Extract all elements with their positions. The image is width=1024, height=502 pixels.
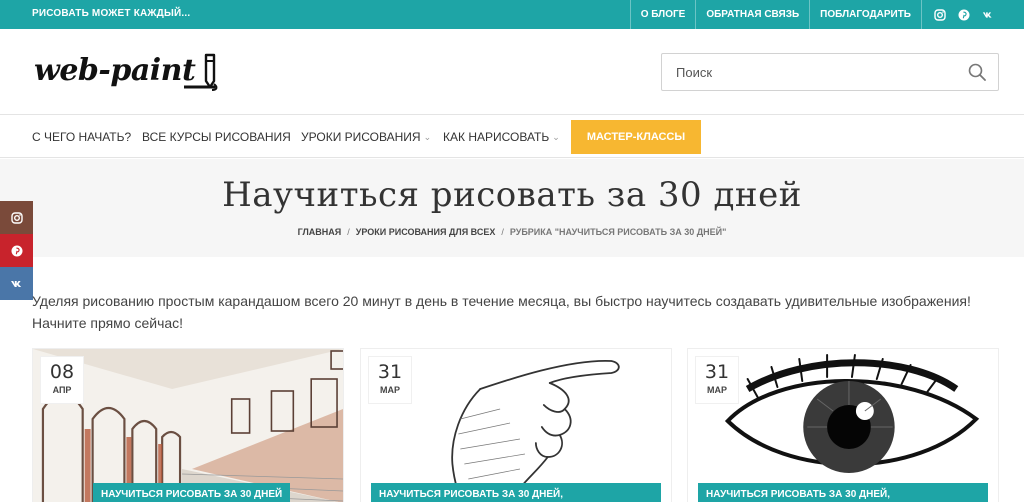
search-icon[interactable] — [968, 63, 986, 81]
instagram-icon — [10, 211, 23, 224]
post-date-month: МАР — [707, 385, 727, 395]
post-card[interactable]: 31 МАР НАУЧИТЬСЯ РИСОВАТЬ ЗА 30 ДНЕЙ, — [687, 348, 999, 502]
post-date: 31 МАР — [696, 357, 738, 403]
side-vk-button[interactable] — [0, 267, 33, 300]
nav-item-label: УРОКИ РИСОВАНИЯ — [301, 130, 421, 144]
main-nav: С ЧЕГО НАЧАТЬ? ВСЕ КУРСЫ РИСОВАНИЯ УРОКИ… — [0, 116, 1024, 158]
nav-item-label: ВСЕ КУРСЫ РИСОВАНИЯ — [142, 130, 291, 144]
intro-text: Уделяя рисованию простым карандашом всег… — [32, 293, 971, 331]
site-header: web-paint — [0, 29, 1024, 115]
post-category-badge[interactable]: НАУЧИТЬСЯ РИСОВАТЬ ЗА 30 ДНЕЙ, — [698, 483, 988, 502]
post-date-day: 08 — [49, 361, 75, 383]
page-hero: Научиться рисовать за 30 дней ГЛАВНАЯ / УР… — [0, 159, 1024, 257]
chevron-down-icon: ⌄ — [552, 131, 560, 142]
site-logo[interactable]: web-paint — [34, 49, 224, 95]
side-instagram-button[interactable] — [0, 201, 33, 234]
top-links: О БЛОГЕ ОБРАТНАЯ СВЯЗЬ ПОБЛАГОДАРИТЬ — [629, 0, 1024, 29]
post-card[interactable]: 31 МАР НАУЧИТЬСЯ РИСОВАТЬ ЗА 30 ДНЕЙ, — [360, 348, 672, 502]
top-link-thanks[interactable]: ПОБЛАГОДАРИТЬ — [809, 0, 921, 29]
post-date: 31 МАР — [369, 357, 411, 403]
post-category-badge[interactable]: НАУЧИТЬСЯ РИСОВАТЬ ЗА 30 ДНЕЙ — [93, 483, 291, 502]
post-date-day: 31 — [377, 361, 403, 383]
page-title: Научиться рисовать за 30 дней — [222, 175, 802, 215]
side-pinterest-button[interactable] — [0, 234, 33, 267]
nav-item-start[interactable]: С ЧЕГО НАЧАТЬ? — [32, 116, 131, 158]
nav-item-lessons[interactable]: УРОКИ РИСОВАНИЯ ⌄ — [301, 116, 431, 158]
nav-item-label: КАК НАРИСОВАТЬ — [443, 130, 550, 144]
post-card[interactable]: 08 АПР НАУЧИТЬСЯ РИСОВАТЬ ЗА 30 ДНЕЙ — [32, 348, 344, 502]
breadcrumb-current: РУБРИКА "НАУЧИТЬСЯ РИСОВАТЬ ЗА 30 ДНЕЙ" — [509, 227, 727, 237]
nav-item-label: С ЧЕГО НАЧАТЬ? — [32, 130, 132, 144]
chevron-down-icon: ⌄ — [423, 131, 432, 142]
pinterest-icon — [11, 245, 22, 256]
post-date: 08 АПР — [41, 357, 83, 403]
site-tagline: РИСОВАТЬ МОЖЕТ КАЖДЫЙ... — [32, 8, 191, 19]
nav-item-all-courses[interactable]: ВСЕ КУРСЫ РИСОВАНИЯ — [142, 116, 291, 158]
master-classes-button[interactable]: МАСТЕР-КЛАССЫ — [571, 120, 701, 154]
post-date-day: 31 — [704, 361, 730, 383]
pinterest-icon[interactable] — [958, 9, 970, 21]
vk-icon[interactable] — [982, 9, 994, 21]
top-link-about[interactable]: О БЛОГЕ — [629, 0, 696, 29]
top-bar: РИСОВАТЬ МОЖЕТ КАЖДЫЙ... О БЛОГЕ ОБРАТНА… — [0, 0, 1024, 29]
post-date-month: АПР — [52, 385, 72, 395]
breadcrumb-separator: / — [501, 227, 504, 237]
breadcrumb: ГЛАВНАЯ / УРОКИ РИСОВАНИЯ ДЛЯ ВСЕХ / РУБРИКА… — [0, 227, 1024, 237]
post-category-badge[interactable]: НАУЧИТЬСЯ РИСОВАТЬ ЗА 30 ДНЕЙ, — [371, 483, 661, 502]
breadcrumb-separator: / — [347, 227, 350, 237]
breadcrumb-home[interactable]: ГЛАВНАЯ — [298, 227, 342, 237]
logo-text: web-paint — [34, 53, 196, 88]
top-social-links — [921, 0, 1024, 29]
vk-icon — [10, 280, 21, 287]
search-input[interactable] — [662, 54, 952, 90]
nav-item-how-to-draw[interactable]: КАК НАРИСОВАТЬ ⌄ — [443, 116, 560, 158]
search-box — [661, 53, 999, 91]
post-date-month: МАР — [380, 385, 400, 395]
breadcrumb-lessons[interactable]: УРОКИ РИСОВАНИЯ ДЛЯ ВСЕХ — [356, 227, 496, 237]
top-link-feedback[interactable]: ОБРАТНАЯ СВЯЗЬ — [695, 0, 809, 29]
pencil-icon — [184, 53, 218, 91]
instagram-icon[interactable] — [934, 8, 946, 21]
